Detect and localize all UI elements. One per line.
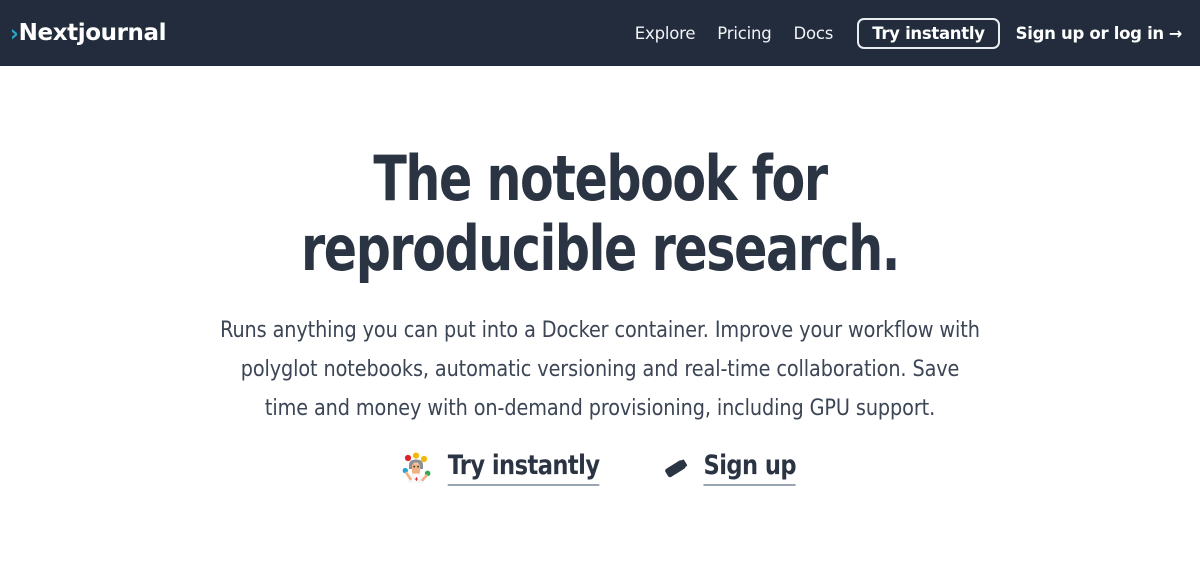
cta-try-instantly[interactable]: Try instantly — [401, 450, 605, 486]
page-title: The notebook for reproducible research. — [72, 144, 1128, 284]
nav-item-pricing[interactable]: Pricing — [706, 24, 782, 43]
hero-section: The notebook for reproducible research. … — [0, 66, 1200, 486]
nav-item-explore[interactable]: Explore — [624, 24, 707, 43]
nav-item-docs[interactable]: Docs — [783, 24, 845, 43]
hero-subtitle: Runs anything you can put into a Docker … — [220, 317, 980, 421]
sign-up-or-log-in-link[interactable]: Sign up or log in → — [1015, 23, 1183, 43]
arrow-right-icon: → — [1168, 23, 1182, 43]
chevron-right-icon: › — [10, 19, 19, 46]
page-title-line-2: reproducible research. — [300, 212, 900, 285]
cta-sign-up-label: Sign up — [703, 450, 796, 486]
cta-sign-up[interactable]: Sign up — [661, 450, 799, 486]
sign-up-or-log-in-label: Sign up or log in — [1015, 23, 1165, 43]
woman-scientist-icon — [401, 452, 433, 484]
cta-try-instantly-label: Try instantly — [447, 450, 600, 486]
primary-navigation: Explore Pricing Docs Try instantly Sign … — [624, 17, 1183, 49]
pen-icon — [661, 455, 691, 481]
brand-name: Nextjournal — [18, 19, 167, 46]
try-instantly-button[interactable]: Try instantly — [857, 17, 1000, 49]
brand-logo-link[interactable]: › Nextjournal — [10, 19, 167, 46]
hero-cta-group: Try instantly Sign up — [0, 450, 1200, 486]
page-title-line-1: The notebook for — [373, 142, 828, 215]
site-header: › Nextjournal Explore Pricing Docs Try i… — [0, 0, 1200, 66]
